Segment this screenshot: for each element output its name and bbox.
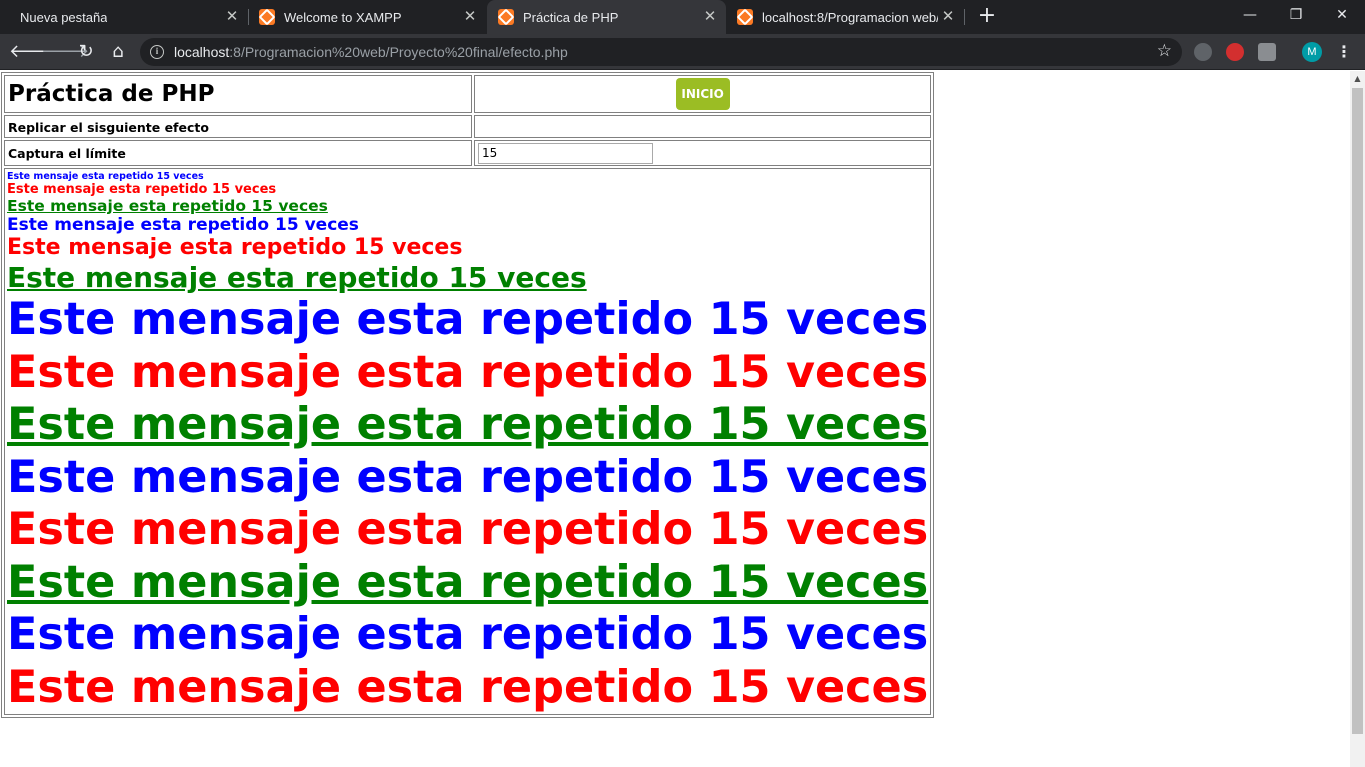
extension-icon[interactable] <box>1194 43 1212 61</box>
repeated-message: Este mensaje esta repetido 15 veces <box>7 451 929 503</box>
scrollbar-thumb[interactable] <box>1352 88 1363 734</box>
tab-nueva-pestana[interactable]: Nueva pestaña ✕ <box>8 0 248 34</box>
xampp-favicon-icon <box>259 9 275 25</box>
close-tab-icon[interactable]: ✕ <box>224 9 240 25</box>
forward-arrow-icon[interactable]: 🡒 <box>41 40 89 64</box>
tab-separator <box>964 9 965 25</box>
repeated-message: Este mensaje esta repetido 15 veces <box>7 294 929 346</box>
url-text[interactable]: localhost:8/Programacion%20web/Proyecto%… <box>174 44 568 60</box>
site-info-icon[interactable]: i <box>150 45 164 59</box>
bookmark-star-icon[interactable]: ☆ <box>1157 41 1172 61</box>
url-host: localhost <box>174 44 230 60</box>
repeated-message: Este mensaje esta repetido 15 veces <box>7 556 929 608</box>
table-row: Captura el límite <box>4 140 932 166</box>
repeated-message: Este mensaje esta repetido 15 veces <box>7 170 204 182</box>
repeated-message: Este mensaje esta repetido 15 veces <box>7 399 929 451</box>
xampp-favicon-icon <box>498 9 514 25</box>
repeated-message: Este mensaje esta repetido 15 veces <box>7 609 929 661</box>
tab-title: localhost:8/Programacion web/U <box>762 9 938 25</box>
scroll-up-arrow-icon[interactable]: ▲ <box>1350 71 1365 86</box>
empty-cell <box>474 115 932 138</box>
tab-title: Práctica de PHP <box>523 9 619 25</box>
repeated-message: Este mensaje esta repetido 15 veces <box>7 235 463 261</box>
label-cell: Captura el límite <box>4 140 472 166</box>
tab-title: Nueva pestaña <box>20 9 108 25</box>
inicio-button[interactable]: INICIO <box>675 78 730 110</box>
url-path: :8/Programacion%20web/Proyecto%20final/e… <box>229 44 568 60</box>
browser-toolbar: 🡐 🡒 ↻ ⌂ i localhost:8/Programacion%20web… <box>0 34 1365 70</box>
main-table: Práctica de PHP INICIO Replicar el sisgu… <box>1 72 935 719</box>
label-cell: Replicar el sisguiente efecto <box>4 115 472 138</box>
tab-practica-php[interactable]: Práctica de PHP ✕ <box>487 0 726 34</box>
page-title: Práctica de PHP <box>8 81 215 107</box>
repeated-message: Este mensaje esta repetido 15 veces <box>7 215 359 236</box>
close-tab-icon[interactable]: ✕ <box>462 9 478 25</box>
table-row: Este mensaje esta repetido 15 veces Este … <box>4 167 932 716</box>
address-bar[interactable]: i localhost:8/Programacion%20web/Proyect… <box>140 38 1182 66</box>
back-arrow-icon[interactable]: 🡐 <box>9 40 57 64</box>
tab-separator <box>248 9 249 25</box>
profile-avatar[interactable]: M <box>1302 42 1322 62</box>
extension-stop-icon[interactable] <box>1226 43 1244 61</box>
reload-icon[interactable]: ↻ <box>74 40 98 64</box>
close-tab-icon[interactable]: ✕ <box>702 9 718 25</box>
page-scrollbar[interactable]: ▲ <box>1350 71 1365 767</box>
repeated-message: Este mensaje esta repetido 15 veces <box>7 261 587 295</box>
button-cell: INICIO <box>474 75 932 113</box>
table-row: Replicar el sisguiente efecto <box>4 115 932 138</box>
repeated-message: Este mensaje esta repetido 15 veces <box>7 504 929 556</box>
close-window-icon[interactable]: ✕ <box>1319 0 1365 30</box>
minimize-icon[interactable]: — <box>1227 0 1273 30</box>
title-cell: Práctica de PHP <box>4 75 472 113</box>
repeated-message: Este mensaje esta repetido 15 veces <box>7 661 929 713</box>
restore-icon[interactable]: ❐ <box>1273 0 1319 30</box>
more-menu-icon[interactable]: ⋮ <box>1334 42 1354 62</box>
home-icon[interactable]: ⌂ <box>106 40 130 64</box>
new-tab-plus-icon[interactable]: + <box>976 5 998 27</box>
tab-strip: Nueva pestaña ✕ Welcome to XAMPP ✕ Práct… <box>0 0 1365 34</box>
repeated-message: Este mensaje esta repetido 15 veces <box>7 181 277 197</box>
extension-facebook-icon[interactable] <box>1258 43 1276 61</box>
table-row: Práctica de PHP INICIO <box>4 75 932 113</box>
limit-label: Captura el límite <box>8 146 126 162</box>
input-cell <box>474 140 932 166</box>
tab-welcome-xampp[interactable]: Welcome to XAMPP ✕ <box>250 0 486 34</box>
tab-localhost-programacion[interactable]: localhost:8/Programacion web/U ✕ <box>728 0 964 34</box>
page-viewport: Práctica de PHP INICIO Replicar el sisgu… <box>0 71 1350 767</box>
repeated-message: Este mensaje esta repetido 15 veces <box>7 197 328 216</box>
messages-cell: Este mensaje esta repetido 15 veces Este … <box>4 167 932 716</box>
tab-title: Welcome to XAMPP <box>284 9 402 25</box>
xampp-favicon-icon <box>737 9 753 25</box>
repeated-message: Este mensaje esta repetido 15 veces <box>7 346 929 398</box>
replicate-label: Replicar el sisguiente efecto <box>8 120 209 135</box>
limit-input[interactable] <box>478 142 653 164</box>
close-tab-icon[interactable]: ✕ <box>940 9 956 25</box>
